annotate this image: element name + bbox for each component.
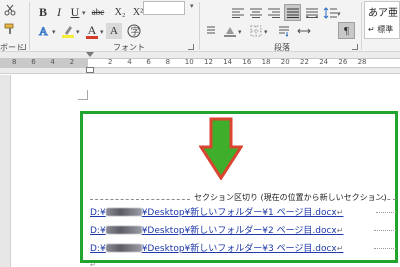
first-line-indent-marker[interactable] [86,52,94,57]
horizontal-ruler[interactable]: 8 6 4 2 2 4 6 8 10 12 14 16 18 20 22 24 26 28 [0,52,400,74]
ruler-number: 14 [223,58,233,66]
path-prefix: D:¥ [90,208,106,218]
ruler-number: 18 [261,58,271,66]
paragraph-mark: ↵ [336,208,344,217]
page-corner-mark [78,90,88,100]
highlight-box [80,111,398,263]
dotted-leader [374,248,396,249]
ruler-number: 4 [127,58,132,66]
path-suffix: ¥Desktop¥新しいフォルダー¥2 ページ目.docx [141,226,337,236]
style-name-text: ↵ 標準 [368,25,394,34]
highlight-button[interactable] [60,23,76,39]
subscript-button[interactable]: X₂ [112,4,128,20]
ruler-number: 24 [319,58,329,66]
clipboard-dialog-launcher[interactable] [20,44,26,50]
style-name: 標準 [377,25,394,34]
dotted-leader [376,212,396,213]
section-break-line-left [90,199,190,200]
strikethrough-button[interactable]: abc [88,4,108,20]
character-shading-letter: A [110,25,118,37]
redacted-username [105,244,142,252]
shading-button[interactable] [222,24,238,38]
font-color-button[interactable]: A [84,22,100,40]
ruler-number: 2 [69,58,75,66]
ruler-number: 12 [204,58,213,66]
paragraph-mark: ↵ [336,244,344,253]
style-sample-text: あア亜 [368,8,398,19]
align-right-button[interactable] [266,6,282,20]
ruler-number: 10 [184,58,194,66]
borders-dropdown-icon[interactable]: ▾ [264,28,268,36]
ruler-number: 8 [165,58,171,66]
italic-button[interactable]: I [52,4,66,20]
justify-button[interactable] [284,4,301,21]
ruler-number: 28 [357,58,367,66]
align-left-button[interactable] [230,6,246,20]
highlight-dropdown-icon[interactable]: ▾ [76,28,80,36]
sort-button[interactable] [203,24,219,38]
ruler-number: 6 [146,58,151,66]
underline-button[interactable]: U [68,4,82,20]
distributed-button[interactable] [304,6,320,20]
bold-button[interactable]: B [36,4,50,20]
ruler-number: 16 [242,58,252,66]
file-path-link-3[interactable]: D:¥ ¥Desktop¥新しいフォルダー¥3 ページ目.docx↵ [90,243,343,255]
left-indent-marker[interactable] [86,67,94,73]
underline-dropdown-icon[interactable]: ▾ [82,9,86,17]
section-break-line-right [376,199,396,200]
font-dialog-launcher[interactable] [188,44,194,50]
ruler-number: 8 [12,58,17,66]
character-shading-button[interactable]: A [106,23,122,39]
paragraph-mark: ↵ [336,226,344,235]
ruler-number: 6 [31,58,36,66]
borders-button[interactable] [248,24,264,38]
path-prefix: D:¥ [90,226,106,236]
paragraph-dialog-launcher[interactable] [352,44,358,50]
font-color-letter: A [87,22,97,37]
section-break-label: セクション区切り (現在の位置から新しいセクション) [192,192,389,204]
font-size-dropdown-icon[interactable]: ▾ [190,2,194,10]
ruler-number: 4 [50,58,55,66]
asian-layout-button[interactable] [276,24,292,38]
redacted-username [105,208,142,216]
redacted-username [105,226,142,234]
path-suffix: ¥Desktop¥新しいフォルダー¥1 ページ目.docx [141,208,337,218]
text-effects-dropdown-icon[interactable]: ▾ [52,28,56,36]
text-effects-button[interactable]: A [36,23,52,39]
show-hide-marks-button[interactable]: ¶ [338,22,355,39]
line-spacing-dropdown-icon[interactable]: ▾ [337,10,341,18]
file-path-link-2[interactable]: D:¥ ¥Desktop¥新しいフォルダー¥2 ページ目.docx↵ [90,225,343,237]
empty-paragraph-mark: ↵ [90,261,96,267]
svg-text:A: A [39,24,48,38]
line-spacing-button[interactable] [322,6,338,20]
ruler-number: 20 [280,58,290,66]
font-color-bar [86,35,98,39]
char-spacing-button[interactable] [296,24,312,38]
ribbon: ボード ▾ B I U ▾ abc X₂ X² A ▾ ▾ A ▾ A 字 フォ… [0,0,400,52]
svg-text:字: 字 [131,26,140,37]
file-path-link-1[interactable]: D:¥ ¥Desktop¥新しいフォルダー¥1 ページ目.docx↵ [90,207,343,219]
ruler-number: 22 [300,58,309,66]
cut-icon[interactable] [3,3,17,17]
font-color-dropdown-icon[interactable]: ▾ [100,28,104,36]
dotted-leader [374,230,396,231]
align-center-button[interactable] [248,6,264,20]
path-suffix: ¥Desktop¥新しいフォルダー¥3 ページ目.docx [141,244,337,254]
superscript-button[interactable]: X² [130,4,146,20]
ruler-number: 2 [108,58,113,66]
shading-dropdown-icon[interactable]: ▾ [238,28,242,36]
style-gallery-item[interactable]: あア亜 ↵ 標準 [364,1,400,39]
enclose-character-button[interactable]: 字 [126,23,142,39]
font-size-box[interactable] [143,1,185,15]
ruler-number: 26 [338,58,348,66]
format-painter-icon[interactable] [3,22,17,36]
path-prefix: D:¥ [90,244,106,254]
